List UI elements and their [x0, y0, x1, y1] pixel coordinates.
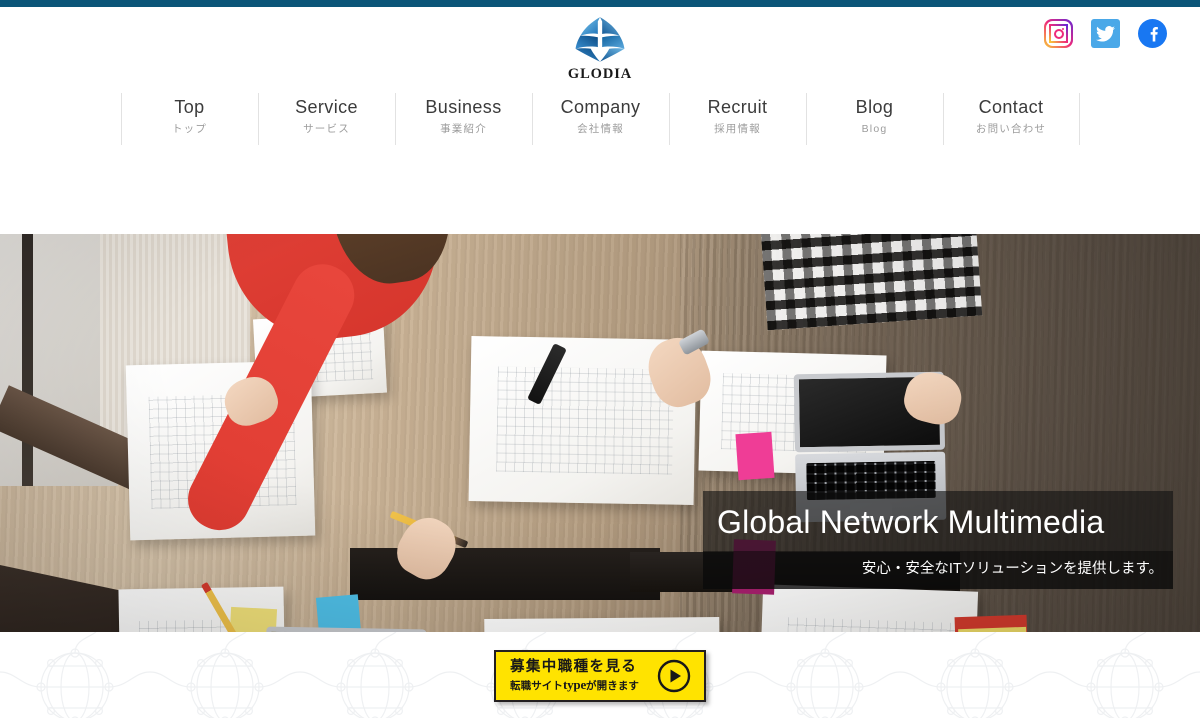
recruit-cta-button[interactable]: 募集中職種を見る 転職サイトtypeが開きます — [494, 650, 706, 702]
nav-item-service[interactable]: Service サービス — [257, 93, 395, 145]
hero-caption: Global Network Multimedia 安心・安全なITソリューショ… — [703, 491, 1173, 589]
nav-item-blog[interactable]: Blog Blog — [805, 93, 943, 145]
cta-suffix: が開きます — [586, 680, 640, 692]
nav-item-business[interactable]: Business 事業紹介 — [394, 93, 532, 145]
nav-label-en: Top — [174, 97, 205, 117]
site-logo[interactable]: GLODIA — [0, 15, 1200, 83]
nav-label-jp: お問い合わせ — [975, 123, 1047, 135]
nav-label-en: Contact — [978, 97, 1044, 117]
hero-subline: 安心・安全なITソリューションを提供します。 — [703, 551, 1173, 589]
nav-label-jp: 事業紹介 — [440, 123, 487, 135]
nav-label-en: Business — [425, 97, 502, 117]
cta-primary-label: 募集中職種を見る — [510, 659, 638, 675]
cta-section: 募集中職種を見る 転職サイトtypeが開きます — [0, 632, 1200, 718]
nav-label-en: Company — [560, 97, 641, 117]
hero-headline: Global Network Multimedia — [703, 491, 1173, 551]
nav-item-top[interactable]: Top トップ — [120, 93, 258, 145]
glodia-diamond-logo-icon — [575, 17, 625, 62]
hero-banner: Global Network Multimedia 安心・安全なITソリューショ… — [0, 148, 1200, 632]
nav-label-jp: サービス — [303, 123, 350, 135]
play-circle-icon — [657, 659, 691, 693]
nav-label-en: Blog — [855, 97, 894, 117]
nav-label-en: Recruit — [707, 97, 768, 117]
nav-item-recruit[interactable]: Recruit 採用情報 — [668, 93, 806, 145]
site-header: GLODIA Top トップ Service サービス Business 事業紹… — [0, 7, 1200, 148]
logo-wordmark: GLODIA — [567, 66, 633, 82]
nav-item-contact[interactable]: Contact お問い合わせ — [942, 93, 1080, 145]
nav-item-company[interactable]: Company 会社情報 — [531, 93, 669, 145]
top-accent-bar — [0, 0, 1200, 7]
nav-label-en: Service — [295, 97, 358, 117]
nav-label-jp: 会社情報 — [577, 123, 624, 135]
cta-prefix: 転職サイト — [510, 680, 563, 692]
cta-brand: type — [563, 677, 587, 692]
hero-bottom-band — [0, 148, 1200, 234]
nav-label-jp: 採用情報 — [714, 123, 761, 135]
main-navigation: Top トップ Service サービス Business 事業紹介 Compa… — [0, 93, 1200, 145]
nav-label-jp: トップ — [171, 123, 208, 135]
cta-secondary-label: 転職サイトtypeが開きます — [510, 677, 639, 694]
nav-label-jp: Blog — [861, 123, 888, 135]
